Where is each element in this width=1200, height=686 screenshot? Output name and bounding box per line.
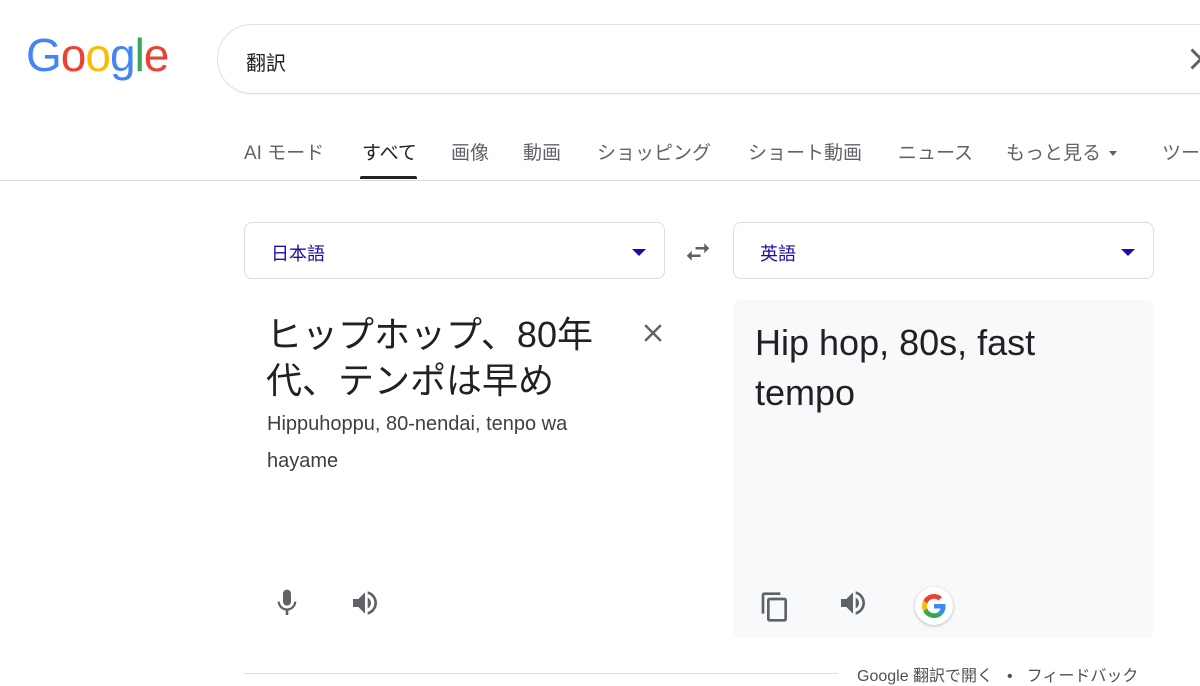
speaker-icon[interactable] [349, 587, 381, 619]
logo-letter: g [109, 29, 136, 81]
tab-short-videos[interactable]: ショート動画 [748, 138, 862, 165]
swap-languages-icon[interactable] [680, 237, 716, 267]
tab-ai-mode[interactable]: AI モード [244, 138, 324, 165]
tab-images[interactable]: 画像 [451, 138, 489, 165]
copy-icon[interactable] [759, 591, 791, 623]
tab-all[interactable]: すべて [362, 138, 417, 165]
footer-separator: • [1007, 668, 1013, 685]
active-tab-indicator [360, 176, 417, 179]
translation-output-panel: Hip hop, 80s, fast tempo [733, 300, 1154, 638]
feedback-link[interactable]: フィードバック [1027, 668, 1139, 685]
tab-videos[interactable]: 動画 [523, 138, 561, 165]
microphone-icon[interactable] [271, 587, 303, 619]
logo-letter: l [134, 29, 145, 81]
tab-more-label: もっと見る [1006, 143, 1102, 164]
search-box[interactable]: 翻訳 [217, 24, 1200, 94]
speaker-icon[interactable] [837, 587, 869, 619]
footer-divider [244, 673, 838, 674]
translation-output-text: Hip hop, 80s, fast tempo [755, 322, 1036, 413]
search-input[interactable]: 翻訳 [246, 47, 286, 76]
tabs-divider [0, 180, 1200, 181]
target-language-select[interactable]: 英語 [733, 222, 1154, 279]
logo-letter: o [85, 29, 111, 81]
search-tabs: AI モード すべて 画像 動画 ショッピング ショート動画 ニュース もっと見… [0, 130, 1200, 182]
logo-letter: o [60, 29, 87, 81]
google-logo[interactable]: G o o g l e [26, 29, 170, 81]
romanization-text: Hippuhoppu, 80-nendai, tenpo wa hayame [267, 413, 568, 472]
clear-text-icon[interactable] [638, 318, 668, 348]
target-language-label: 英語 [760, 244, 796, 264]
chevron-down-icon [1109, 151, 1118, 157]
source-language-label: 日本語 [271, 244, 325, 264]
source-language-select[interactable]: 日本語 [244, 222, 665, 279]
tab-tools[interactable]: ツー [1162, 138, 1200, 165]
tab-more[interactable]: もっと見る [1006, 138, 1118, 165]
logo-letter: e [143, 29, 170, 81]
google-g-icon [922, 594, 946, 618]
google-g-button[interactable] [915, 587, 953, 625]
close-icon[interactable] [1183, 41, 1200, 77]
source-text-input[interactable]: ヒップホップ、80年代、テンポは早め [266, 312, 626, 404]
tab-news[interactable]: ニュース [898, 138, 973, 165]
dropdown-arrow-icon [1121, 249, 1135, 256]
translate-footer: Google 翻訳で開く • フィードバック [857, 662, 1138, 686]
logo-letter: G [26, 29, 62, 81]
tab-shopping[interactable]: ショッピング [597, 138, 711, 165]
open-in-google-translate-link[interactable]: Google 翻訳で開く [857, 668, 993, 685]
dropdown-arrow-icon [632, 249, 646, 256]
